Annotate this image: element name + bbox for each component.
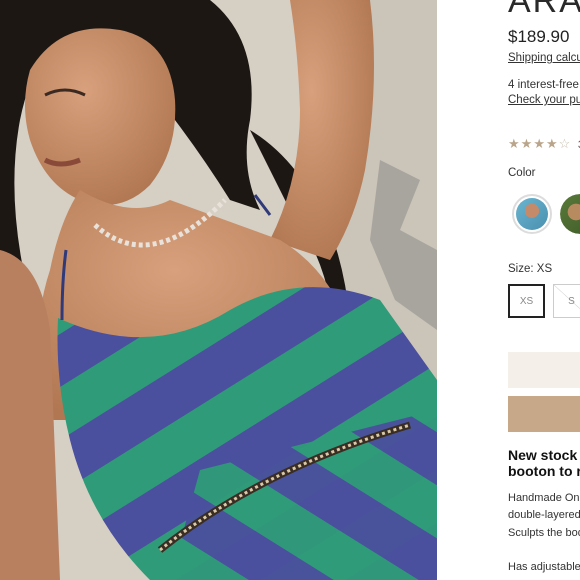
description-line-3: Sculpts the body: [508, 527, 580, 539]
shipping-link[interactable]: Shipping calculat: [508, 52, 580, 64]
description-line-2: double-layered s: [508, 509, 580, 521]
star-icon: ★: [508, 136, 521, 151]
product-price: $189.90: [508, 27, 570, 46]
product-title: ARAVA: [508, 0, 580, 20]
size-label-text: Size:: [508, 263, 534, 275]
rating[interactable]: ★★★★☆ 3: [508, 136, 580, 152]
description-line-4: Has adjustable s: [508, 561, 580, 573]
empty-star-icon: ☆: [558, 136, 572, 151]
selected-size-text: XS: [536, 263, 553, 275]
half-star-icon: ★: [545, 136, 559, 151]
product-info-panel: ARAVA $189.90 Shipping calculat 4 intere…: [508, 0, 580, 580]
size-option-xs[interactable]: XS: [508, 284, 545, 318]
color-label: Color: [508, 167, 536, 179]
headline-line-2: booton to r: [508, 463, 580, 479]
installments-link[interactable]: Check your purc: [508, 94, 580, 106]
add-to-cart-button[interactable]: [508, 352, 580, 388]
star-icon: ★: [533, 136, 546, 151]
installments-text: 4 interest-free in: [508, 79, 580, 91]
headline-line-1: New stock: [508, 447, 578, 463]
swatch-thumbnail: [516, 198, 548, 230]
star-icon: ★: [520, 136, 534, 151]
description-headline: New stock booton to r: [508, 447, 580, 479]
description-line-1: Handmade One: [508, 492, 580, 504]
product-photo-illustration: [0, 0, 437, 580]
color-swatch-1[interactable]: [512, 194, 552, 234]
color-swatch-2[interactable]: [560, 194, 580, 234]
size-option-s[interactable]: S: [553, 284, 580, 318]
size-label: Size: XS: [508, 263, 552, 275]
swatch-thumbnail: [560, 194, 580, 234]
buy-now-button[interactable]: [508, 396, 580, 432]
product-image[interactable]: [0, 0, 437, 580]
